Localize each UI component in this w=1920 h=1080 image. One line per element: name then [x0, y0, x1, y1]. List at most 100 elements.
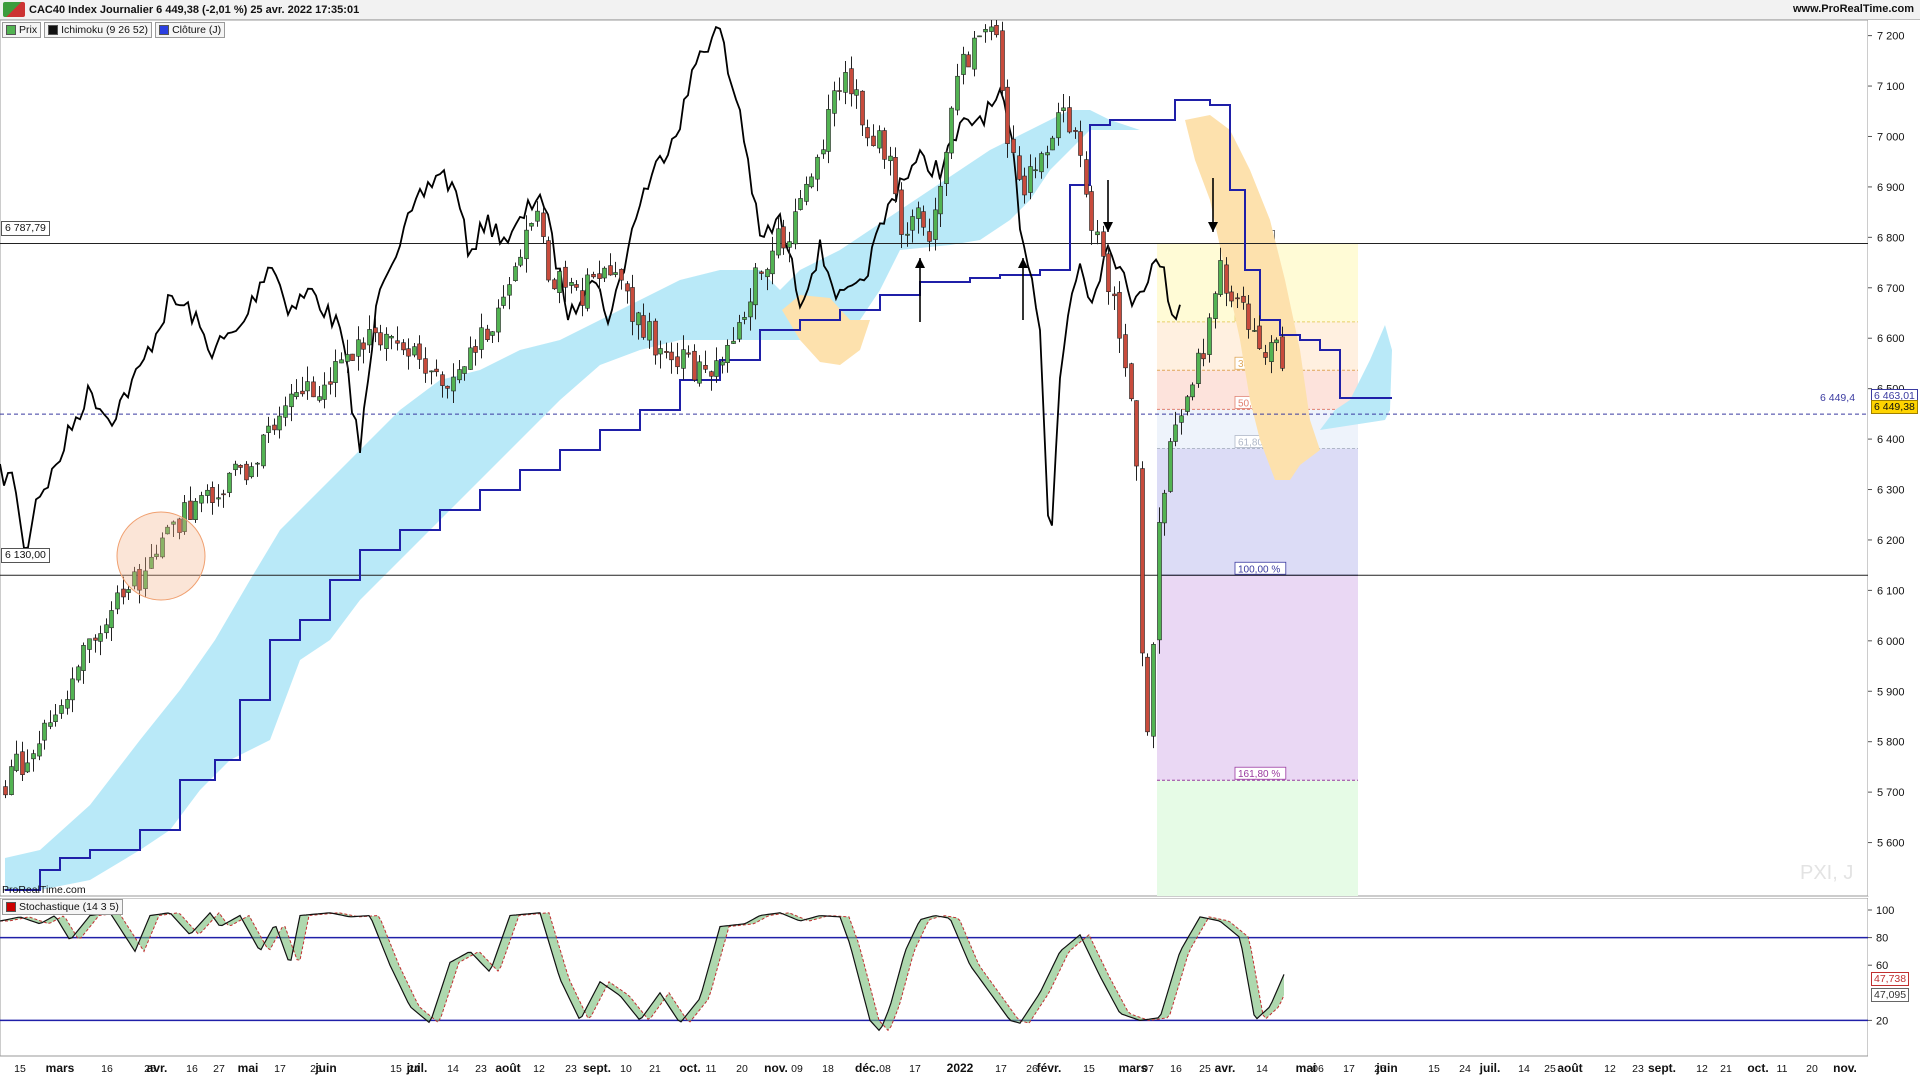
- candle-bull: [1218, 260, 1223, 295]
- date-label: 25: [1544, 1063, 1556, 1075]
- date-label: août: [495, 1061, 520, 1075]
- candle-bull: [1028, 166, 1033, 193]
- date-label: avr.: [1215, 1061, 1236, 1075]
- date-label: 07: [1142, 1063, 1154, 1075]
- legend-close-label: Clôture (J): [172, 24, 222, 36]
- price-chart[interactable]: 0,00 %23,60 %38,20 %50,00 %61,80 %100,00…: [0, 20, 1920, 898]
- candle-bull: [205, 489, 210, 496]
- stoch-tick-label: 80: [1876, 933, 1888, 945]
- candle-bear: [1078, 131, 1083, 156]
- price-tick-label: 6 900: [1877, 182, 1905, 194]
- candle-bull: [1033, 169, 1038, 172]
- candle-bear: [244, 463, 249, 481]
- candle-bear: [401, 342, 406, 351]
- stochastic-legend[interactable]: Stochastique (14 3 5): [2, 899, 123, 915]
- candle-bear: [361, 342, 366, 350]
- fib-zone-extension: [1157, 780, 1358, 896]
- candle-bull: [501, 296, 506, 306]
- candle-bull: [14, 753, 19, 771]
- candle-bull: [955, 75, 960, 111]
- site-link[interactable]: www.ProRealTime.com: [1793, 3, 1914, 15]
- candle-bull: [1039, 153, 1044, 173]
- candle-bull: [585, 274, 590, 309]
- candle-bull: [1185, 396, 1190, 412]
- date-label: 2022: [947, 1061, 974, 1075]
- date-label: 17: [274, 1063, 286, 1075]
- candle-bull: [367, 329, 372, 346]
- candle-bear: [563, 266, 568, 288]
- candle-bull: [776, 228, 781, 256]
- date-label: 23: [1632, 1063, 1644, 1075]
- candle-bull: [748, 301, 753, 318]
- candle-bear: [675, 356, 680, 368]
- candle-bull: [518, 256, 523, 266]
- candle-bull: [798, 198, 803, 210]
- candle-bear: [860, 90, 865, 126]
- legend-ichimoku[interactable]: Ichimoku (9 26 52): [44, 22, 153, 38]
- candle-bear: [1129, 363, 1134, 400]
- candle-bear: [625, 283, 630, 292]
- level-tag-high: 6 787,79: [1, 221, 50, 236]
- date-label: mars: [46, 1061, 75, 1075]
- date-label: 17: [1343, 1063, 1355, 1075]
- plot-area: [0, 20, 1869, 897]
- price-tick-label: 5 900: [1877, 686, 1905, 698]
- highlight-circle: [116, 511, 206, 601]
- candle-bear: [311, 381, 316, 398]
- candle-bull: [1045, 152, 1050, 156]
- candle-bull: [524, 229, 529, 260]
- candle-bull: [31, 753, 36, 760]
- candle-bull: [888, 155, 893, 162]
- candle-bull: [854, 89, 859, 96]
- candle-bear: [1140, 468, 1145, 654]
- date-label: 10: [620, 1063, 632, 1075]
- candle-bear: [378, 332, 383, 346]
- ref-line-label: 6 449,4: [1820, 392, 1856, 404]
- candle-bull: [944, 152, 949, 184]
- candle-bull: [793, 211, 798, 245]
- date-label: 20: [1806, 1063, 1818, 1075]
- legend-close[interactable]: Clôture (J): [155, 22, 226, 38]
- candle-bear: [619, 268, 624, 281]
- price-tick-label: 6 600: [1877, 333, 1905, 345]
- chart-title: CAC40 Index Journalier 6 449,38 (-2,01 %…: [29, 3, 360, 16]
- date-label: juin: [1375, 1061, 1397, 1075]
- candle-bear: [20, 751, 25, 775]
- date-label: déc.: [855, 1061, 879, 1075]
- candle-bull: [983, 29, 988, 33]
- stoch-k-value: 47,738: [1871, 972, 1910, 986]
- candle-bear: [1005, 86, 1010, 144]
- candle-bull: [25, 762, 30, 773]
- stochastic-chart[interactable]: 100 80 60 20: [0, 898, 1920, 1056]
- legend-price[interactable]: Prix: [2, 22, 42, 38]
- candle-bull: [753, 267, 758, 306]
- candle-bull: [1162, 492, 1167, 524]
- date-label: 15: [1083, 1063, 1095, 1075]
- candle-bull: [826, 109, 831, 152]
- candle-bear: [1246, 303, 1251, 330]
- candle-bear: [630, 287, 635, 322]
- candle-bear: [1106, 253, 1111, 293]
- candle-bear: [434, 368, 439, 373]
- price-tick-label: 6 100: [1877, 585, 1905, 597]
- candle-bull: [938, 185, 943, 215]
- candle-bull: [289, 393, 294, 408]
- candle-bear: [574, 284, 579, 288]
- candle-bull: [815, 156, 820, 180]
- candle-bull: [322, 384, 327, 400]
- candle-bear: [1017, 155, 1022, 180]
- candle-bear: [541, 212, 546, 237]
- candle-bear: [121, 588, 126, 598]
- candle-bear: [653, 320, 658, 356]
- price-axis-bg: [1868, 20, 1920, 896]
- candle-bull: [345, 354, 350, 362]
- candle-bull: [1168, 441, 1173, 492]
- fib-label: 100,00 %: [1238, 564, 1280, 575]
- date-label: 16: [186, 1063, 198, 1075]
- candle-bear: [709, 371, 714, 377]
- candle-bear: [1000, 30, 1005, 91]
- candle-bull: [1173, 424, 1178, 442]
- candle-bull: [770, 250, 775, 275]
- stoch-tick-label: 100: [1876, 905, 1894, 917]
- ichimoku-swatch-icon: [48, 25, 59, 35]
